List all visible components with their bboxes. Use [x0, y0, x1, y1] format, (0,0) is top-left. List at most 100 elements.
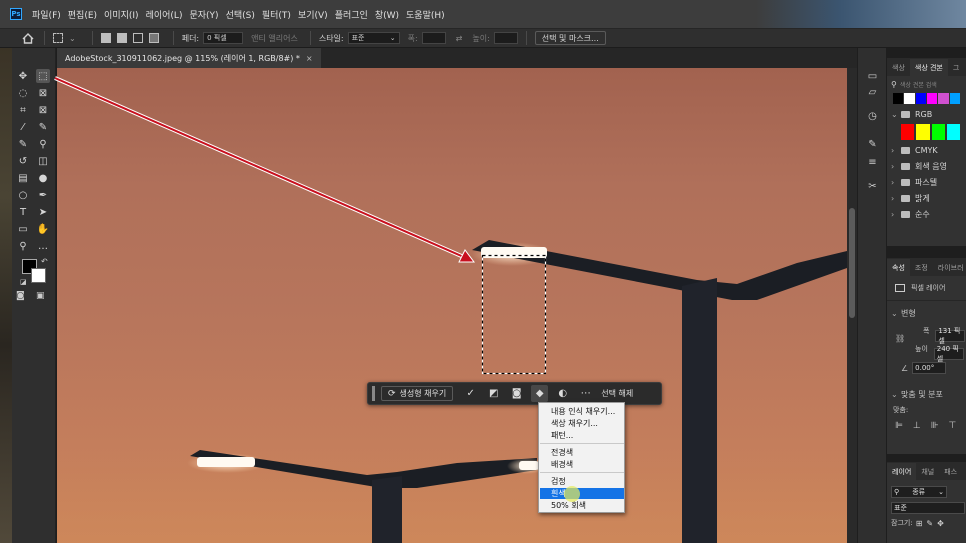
- modify-selection-icon[interactable]: ✓: [462, 385, 479, 402]
- color-swatch[interactable]: [916, 124, 930, 140]
- layer-type-label: 픽셀 레이어: [911, 284, 946, 292]
- adjustment-layer-icon[interactable]: ◐: [554, 385, 571, 402]
- tools-settings-icon[interactable]: ✂: [866, 180, 879, 193]
- drag-handle[interactable]: [372, 386, 375, 401]
- layer-filter-row: ⚲ 종류 ⌄: [891, 486, 962, 498]
- generative-fill-label: 생성형 채우기: [399, 389, 447, 398]
- lock-transparency-icon[interactable]: ⊞: [916, 519, 923, 528]
- color-swatch[interactable]: [946, 124, 960, 140]
- lock-position-icon[interactable]: ✥: [937, 519, 944, 528]
- rgb-swatches: [901, 124, 960, 140]
- menu-item-foreground[interactable]: 전경색: [540, 447, 624, 458]
- folder-icon: [901, 178, 910, 186]
- align-right-icon[interactable]: ⊪: [931, 421, 939, 431]
- generative-fill-icon: ⟳: [388, 388, 396, 399]
- tab-channels[interactable]: 채널: [916, 467, 939, 480]
- swatch-group-label: 밝게: [915, 193, 930, 203]
- lock-label: 잠그기:: [891, 519, 913, 527]
- scrollbar-thumb[interactable]: [849, 208, 855, 318]
- swatch-group[interactable]: › 파스텔: [887, 174, 966, 190]
- color-swatch[interactable]: [915, 93, 926, 104]
- chevron-down-icon: ⌄: [891, 389, 898, 399]
- color-swatch[interactable]: [893, 93, 904, 104]
- history-icon[interactable]: ◷: [866, 110, 879, 123]
- swatch-group[interactable]: › CMYK: [887, 142, 966, 158]
- tab-gradients[interactable]: 그: [948, 63, 964, 76]
- generative-fill-button[interactable]: ⟳ 생성형 채우기: [381, 386, 454, 401]
- menu-item-black[interactable]: 검정: [540, 476, 624, 487]
- tab-color[interactable]: 색상: [887, 63, 910, 76]
- menu-item-color-fill[interactable]: 색상 채우기...: [540, 418, 624, 429]
- info-icon[interactable]: ▱: [866, 86, 879, 99]
- folder-icon: [901, 162, 910, 170]
- swatch-group[interactable]: › 밝게: [887, 190, 966, 206]
- properties-panel-tabs: 속성 조정 라이브러: [887, 258, 966, 276]
- canvas-vertical-scrollbar[interactable]: [847, 68, 857, 543]
- tab-layers[interactable]: 레이어: [887, 463, 917, 480]
- pixel-layer-icon: [895, 284, 905, 292]
- tab-libraries[interactable]: 라이브러: [933, 263, 966, 276]
- annotation-arrow-to-selection: [54, 76, 475, 263]
- layers-panel-tabs: 레이어 채널 패스: [887, 462, 966, 480]
- swatches-search-input[interactable]: 색상 견본 검색: [900, 80, 937, 89]
- chevron-down-icon: ⌄: [891, 109, 898, 119]
- swatch-group-label: CMYK: [915, 145, 938, 155]
- swatch-group[interactable]: › 회색 음영: [887, 158, 966, 174]
- invert-selection-icon[interactable]: ◩: [485, 385, 502, 402]
- tab-properties[interactable]: 속성: [887, 259, 910, 276]
- deselect-button[interactable]: 선택 해제: [601, 388, 633, 399]
- folder-icon: [901, 194, 910, 202]
- annotation-layer: [54, 76, 567, 497]
- menu-item-50-gray[interactable]: 50% 회색: [540, 500, 624, 511]
- menu-item-content-aware-fill[interactable]: 내용 인식 채우기...: [540, 406, 624, 417]
- width-input[interactable]: 131 픽셀: [935, 327, 966, 345]
- tab-paths[interactable]: 패스: [939, 467, 962, 480]
- align-distribute-section: ⌄ 맞춤 및 분포 맞춤: ⊫ ⊥ ⊪ ⊤: [887, 386, 966, 437]
- chevron-down-icon: ⌄: [891, 308, 898, 318]
- chevron-right-icon: ›: [891, 177, 895, 187]
- fill-selection-icon[interactable]: ◆: [531, 385, 549, 402]
- width-row: 폭 131 픽셀: [923, 326, 966, 345]
- link-dimensions-icon[interactable]: ⛓: [895, 334, 905, 343]
- color-swatch[interactable]: [949, 93, 960, 104]
- color-swatch[interactable]: [926, 93, 938, 104]
- color-swatch[interactable]: [901, 124, 915, 140]
- color-swatch[interactable]: [904, 93, 915, 104]
- align-top-icon[interactable]: ⊤: [949, 421, 957, 431]
- swatch-group-label: 회색 음영: [915, 161, 947, 171]
- comments-icon[interactable]: ▭: [866, 70, 879, 83]
- width-label: 폭: [923, 327, 930, 335]
- recent-swatches: [893, 93, 960, 104]
- fill-selection-menu: 내용 인식 채우기... 색상 채우기... 패턴... 전경색 배경색 검정 …: [538, 402, 625, 513]
- swatch-group-rgb[interactable]: ⌄ RGB: [887, 106, 966, 122]
- lock-pixels-icon[interactable]: ✎: [926, 519, 933, 528]
- angle-input[interactable]: 0.00°: [912, 362, 947, 374]
- menu-item-background[interactable]: 배경색: [540, 459, 624, 470]
- transform-section[interactable]: ⌄ 변형: [887, 305, 966, 321]
- height-label: 높이: [915, 345, 928, 353]
- swatches-search[interactable]: ⚲ 색상 견본 검색: [891, 80, 962, 89]
- align-section-header[interactable]: ⌄ 맞춤 및 분포: [887, 386, 966, 402]
- align-left-icon[interactable]: ⊫: [895, 421, 903, 431]
- tab-swatches[interactable]: 색상 견본: [909, 59, 948, 76]
- menu-item-white[interactable]: 흰색: [540, 488, 624, 499]
- color-swatch[interactable]: [931, 124, 945, 140]
- tab-adjustments[interactable]: 조정: [910, 263, 933, 276]
- adjustments-icon[interactable]: ≡: [866, 156, 879, 169]
- align-center-icon[interactable]: ⊥: [913, 421, 921, 431]
- panel-dock-icons: ▭ ▱ ◷ ✎ ≡ ✂: [857, 48, 886, 543]
- mask-from-selection-icon[interactable]: ◙: [508, 385, 525, 402]
- color-swatch[interactable]: [938, 93, 949, 104]
- swatch-group[interactable]: › 순수: [887, 206, 966, 222]
- more-options-icon[interactable]: ⋯: [577, 385, 594, 402]
- mouse-cursor-highlight: [564, 486, 580, 502]
- height-input[interactable]: 240 픽셀: [933, 345, 964, 363]
- swatch-group-label: 순수: [915, 209, 930, 219]
- height-row: 높이 240 픽셀: [915, 344, 964, 363]
- divider: [887, 300, 966, 301]
- menu-item-pattern[interactable]: 패턴...: [540, 430, 624, 441]
- layers-panel: 레이어 채널 패스 ⚲ 종류 ⌄ 표준 잠그기: ⊞ ✎ ✥: [886, 462, 966, 543]
- brush-settings-icon[interactable]: ✎: [866, 138, 879, 151]
- layer-filter-select[interactable]: ⚲ 종류 ⌄: [891, 486, 947, 498]
- blend-mode-select[interactable]: 표준: [891, 502, 965, 514]
